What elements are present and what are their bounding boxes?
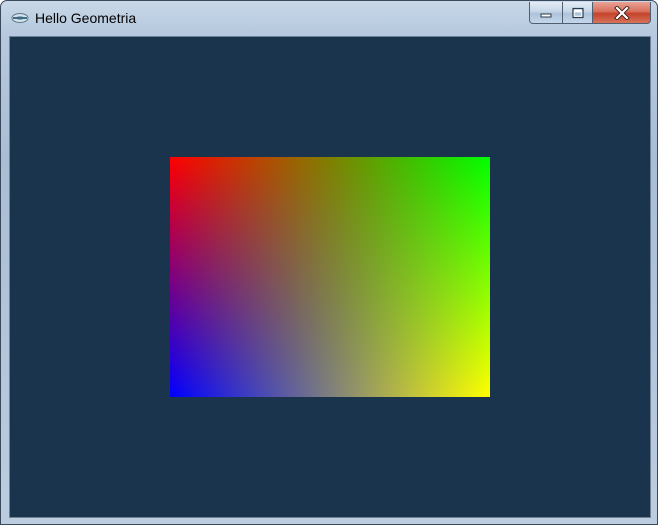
minimize-button[interactable] [529,2,563,24]
render-viewport[interactable] [9,36,651,518]
maximize-button[interactable] [563,2,593,24]
maximize-icon [571,7,584,18]
title-bar[interactable]: Hello Geometria [1,1,657,35]
close-icon [613,5,630,20]
app-window: Hello Geometria [0,0,658,525]
app-icon[interactable] [11,12,29,24]
close-button[interactable] [593,2,651,24]
window-title: Hello Geometria [35,10,137,26]
minimize-icon [540,13,552,17]
gradient-quad [170,157,490,397]
caption-buttons [529,2,651,24]
